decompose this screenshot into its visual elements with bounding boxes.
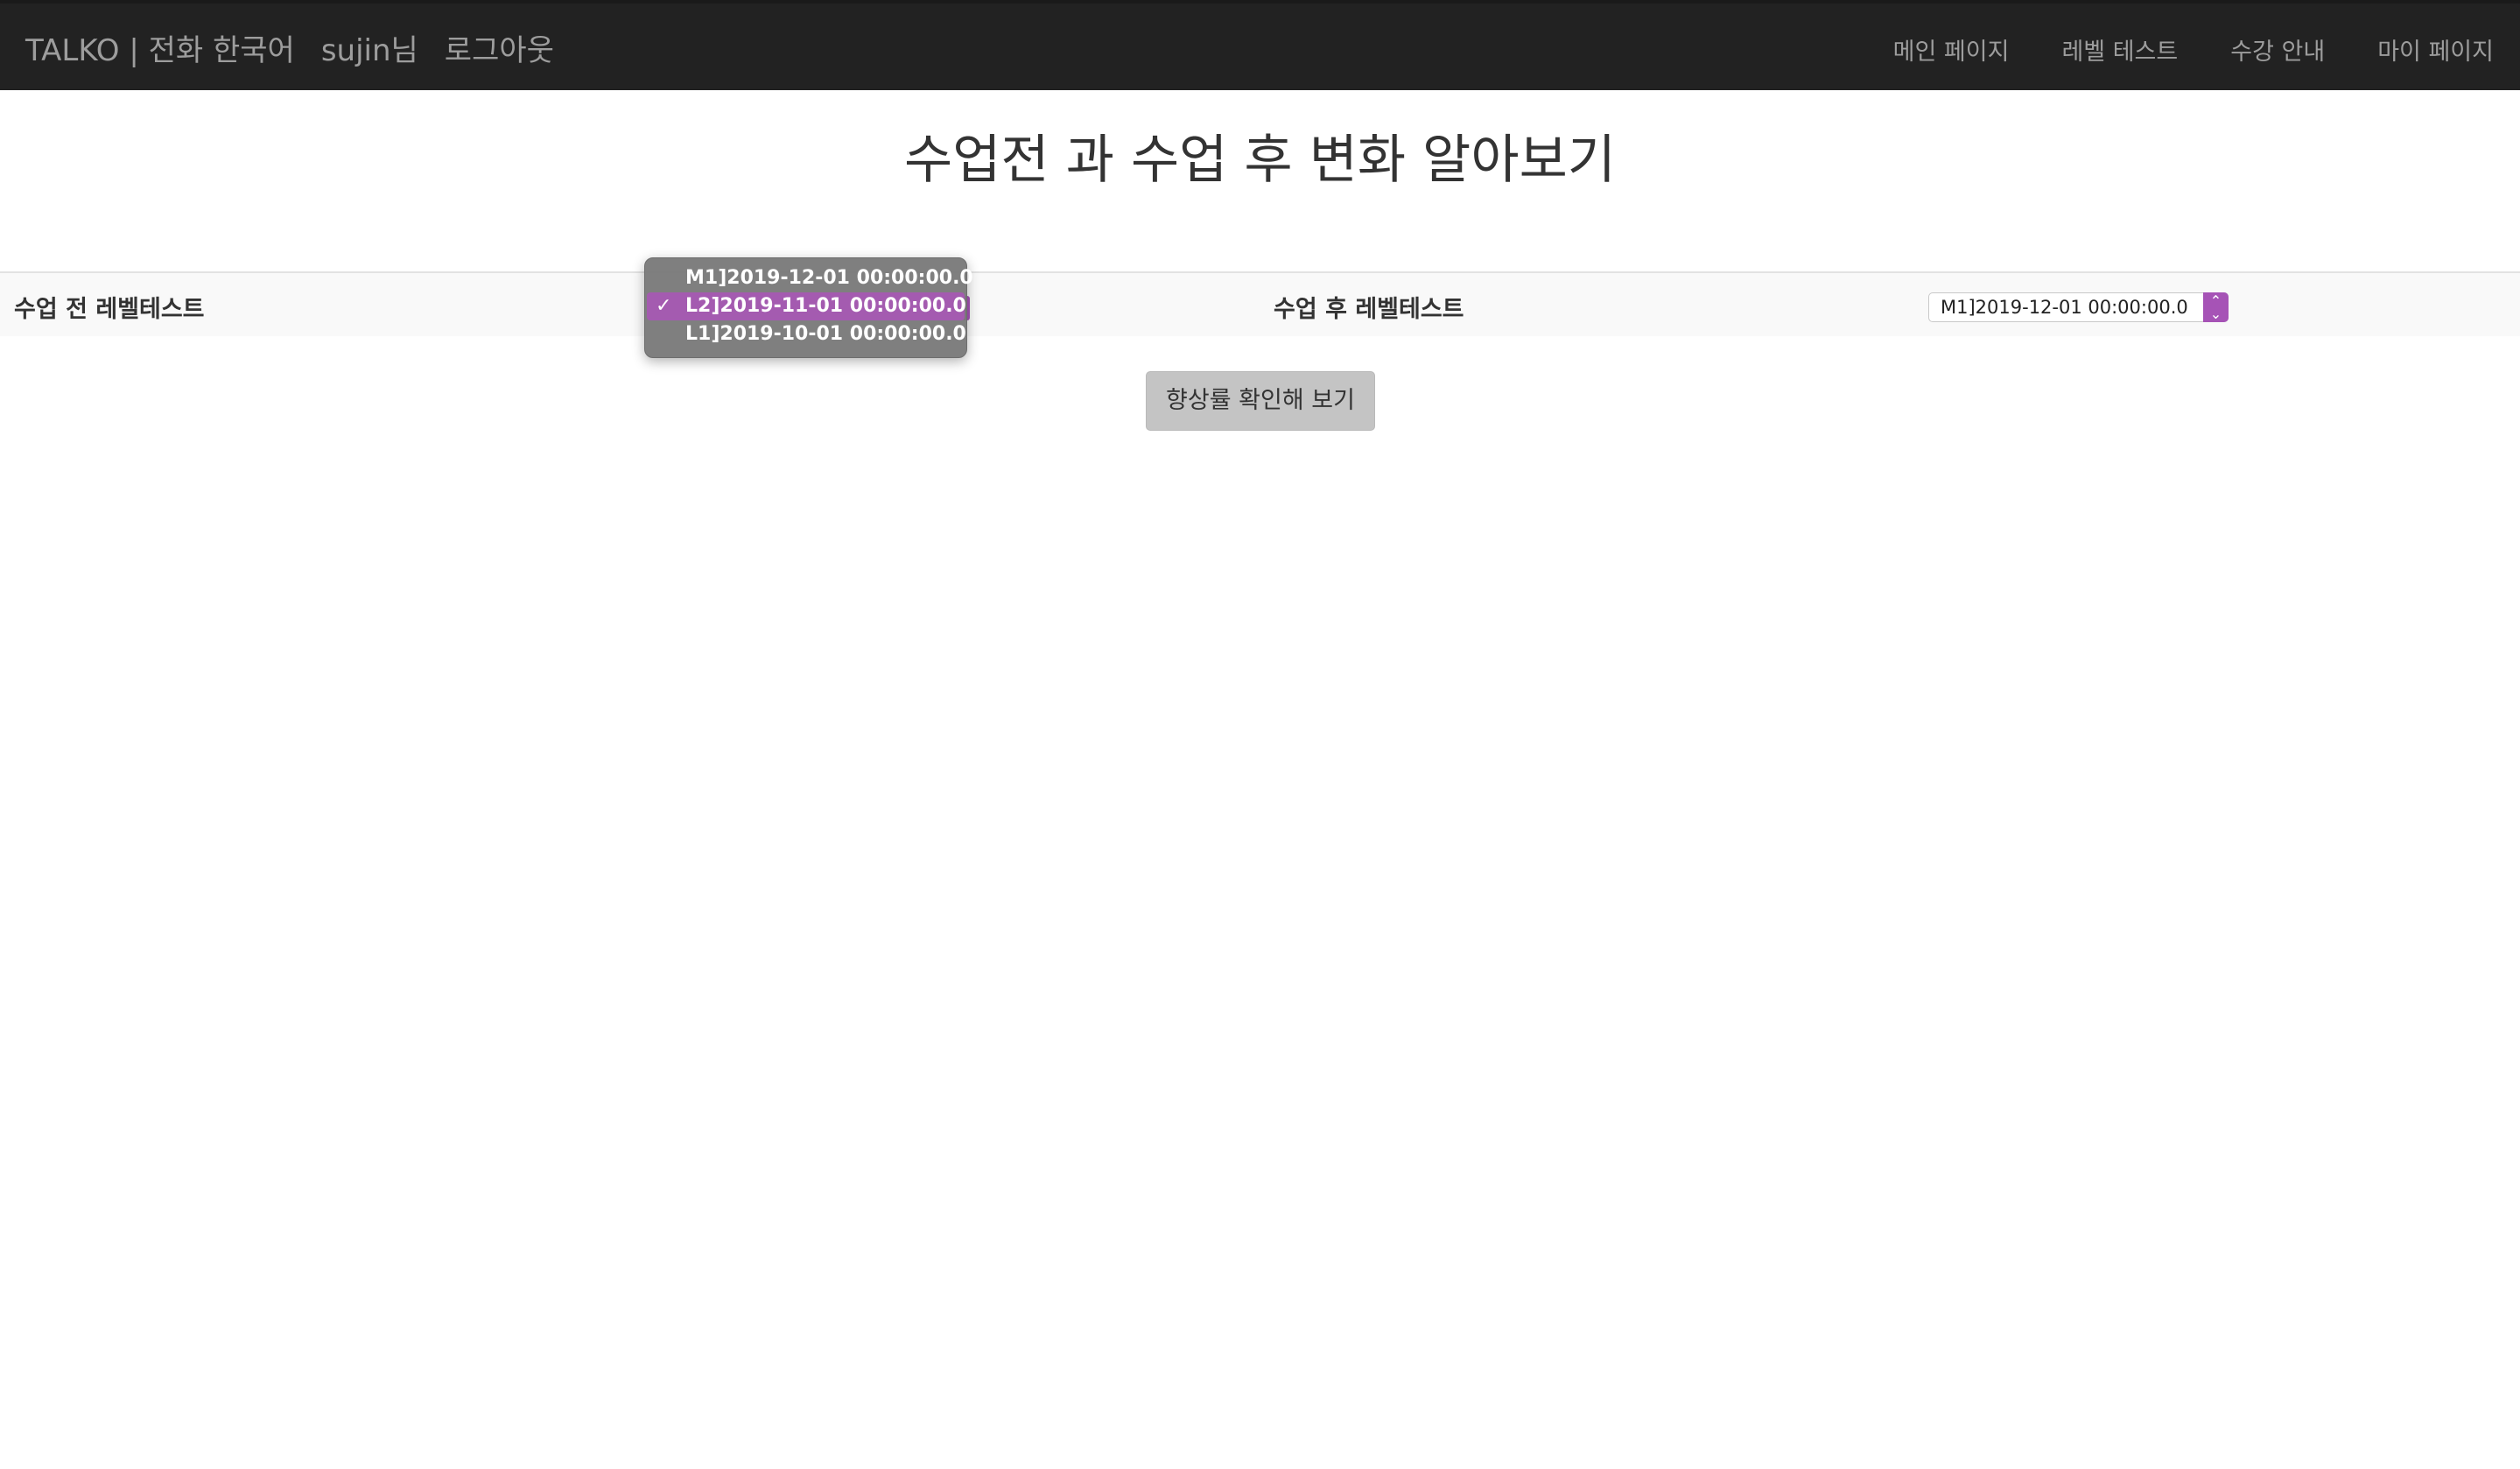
nav-link-course-info[interactable]: 수강 안내 <box>2230 32 2325 67</box>
check-improvement-button[interactable]: 향상률 확인해 보기 <box>1146 371 1375 431</box>
before-test-dropdown[interactable]: M1]2019-12-01 00:00:00.0 ✓ L2]2019-11-01… <box>644 257 973 358</box>
dropdown-option[interactable]: L1]2019-10-01 00:00:00.0 <box>647 320 966 348</box>
navbar-left: TALKO | 전화 한국어 sujin님 로그아웃 <box>25 26 554 69</box>
after-test-select-value: M1]2019-12-01 00:00:00.0 <box>1941 297 2188 318</box>
after-test-label: 수업 후 레벨테스트 <box>1274 296 1464 323</box>
user-name[interactable]: sujin님 <box>321 26 418 69</box>
after-test-select[interactable]: M1]2019-12-01 00:00:00.0 ⌃ ⌄ <box>1928 292 2229 322</box>
nav-link-main[interactable]: 메인 페이지 <box>1893 32 2010 67</box>
before-test-label: 수업 전 레벨테스트 <box>14 296 205 323</box>
chevron-updown-icon: ⌃ ⌄ <box>2203 292 2229 322</box>
dropdown-option-label: L2]2019-11-01 00:00:00.0 <box>685 295 966 317</box>
navbar-right: 메인 페이지 레벨 테스트 수강 안내 마이 페이지 <box>1893 32 2494 67</box>
nav-link-level-test[interactable]: 레벨 테스트 <box>2061 32 2178 67</box>
logout-link[interactable]: 로그아웃 <box>445 26 554 69</box>
nav-link-my-page[interactable]: 마이 페이지 <box>2377 32 2494 67</box>
dropdown-option-selected[interactable]: ✓ L2]2019-11-01 00:00:00.0 <box>647 292 966 320</box>
checkmark-icon: ✓ <box>656 295 672 317</box>
dropdown-option-label: M1]2019-12-01 00:00:00.0 <box>685 267 973 289</box>
page-title: 수업전 과 수업 후 변화 알아보기 <box>904 130 1616 191</box>
top-navbar: TALKO | 전화 한국어 sujin님 로그아웃 메인 페이지 레벨 테스트… <box>0 0 2520 90</box>
compare-row: 수업 전 레벨테스트 수업 후 레벨테스트 M1]2019-12-01 00:0… <box>0 271 2520 336</box>
brand-link[interactable]: TALKO | 전화 한국어 <box>25 26 295 69</box>
dropdown-option-label: L1]2019-10-01 00:00:00.0 <box>685 323 966 345</box>
dropdown-option[interactable]: M1]2019-12-01 00:00:00.0 <box>647 264 973 292</box>
